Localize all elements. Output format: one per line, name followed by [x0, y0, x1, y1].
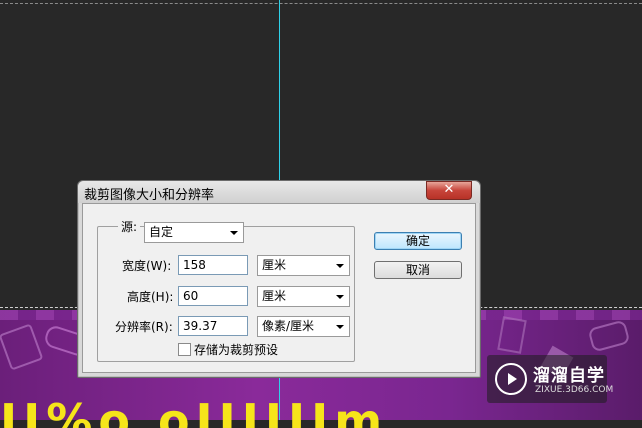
width-label: 宽度(W):	[122, 259, 172, 273]
close-button[interactable]: ✕	[426, 181, 472, 200]
play-icon	[495, 363, 527, 395]
chevron-down-icon	[336, 325, 344, 329]
height-input[interactable]: 60	[178, 286, 248, 306]
chevron-down-icon	[336, 295, 344, 299]
resolution-label: 分辨率(R):	[115, 320, 173, 334]
source-select[interactable]: 自定	[144, 222, 244, 243]
crop-size-resolution-dialog: 裁剪图像大小和分辨率 ✕ 源: 自定 宽度(W): 158 厘米 高度(H): …	[77, 180, 481, 378]
selection-marquee-top	[0, 3, 642, 4]
settings-group: 源: 自定 宽度(W): 158 厘米 高度(H): 60 厘米 分辨率(R):…	[97, 218, 355, 362]
source-select-value: 自定	[149, 225, 174, 239]
glasses-icon	[587, 319, 631, 353]
height-unit-select[interactable]: 厘米	[257, 286, 350, 307]
resolution-unit-select[interactable]: 像素/厘米	[257, 316, 350, 337]
dialog-body: 源: 自定 宽度(W): 158 厘米 高度(H): 60 厘米 分辨率(R):…	[82, 203, 476, 373]
watermark: 溜溜自学 ZIXUE.3D66.COM	[487, 355, 613, 403]
watermark-subtitle: ZIXUE.3D66.COM	[535, 385, 614, 395]
height-unit-value: 厘米	[262, 289, 287, 303]
dialog-title: 裁剪图像大小和分辨率	[84, 188, 215, 203]
width-unit-select[interactable]: 厘米	[257, 255, 350, 276]
phone-icon	[497, 316, 527, 354]
ok-button[interactable]: 确定	[374, 232, 462, 250]
dialog-titlebar[interactable]: 裁剪图像大小和分辨率 ✕	[78, 181, 480, 203]
save-preset-checkbox[interactable]	[178, 343, 191, 356]
save-preset-label[interactable]: 存储为裁剪预设	[194, 341, 278, 358]
height-label: 高度(H):	[127, 290, 174, 304]
width-input[interactable]: 158	[178, 255, 248, 275]
source-label: 源:	[118, 218, 141, 235]
resolution-unit-value: 像素/厘米	[262, 319, 315, 333]
chevron-down-icon	[230, 231, 238, 235]
width-unit-value: 厘米	[262, 258, 287, 272]
watermark-title: 溜溜自学	[533, 366, 605, 386]
resolution-input[interactable]: 39.37	[178, 316, 248, 336]
shopping-bag-icon	[0, 323, 44, 371]
close-icon: ✕	[443, 182, 455, 197]
chevron-down-icon	[336, 264, 344, 268]
cancel-button[interactable]: 取消	[374, 261, 462, 279]
